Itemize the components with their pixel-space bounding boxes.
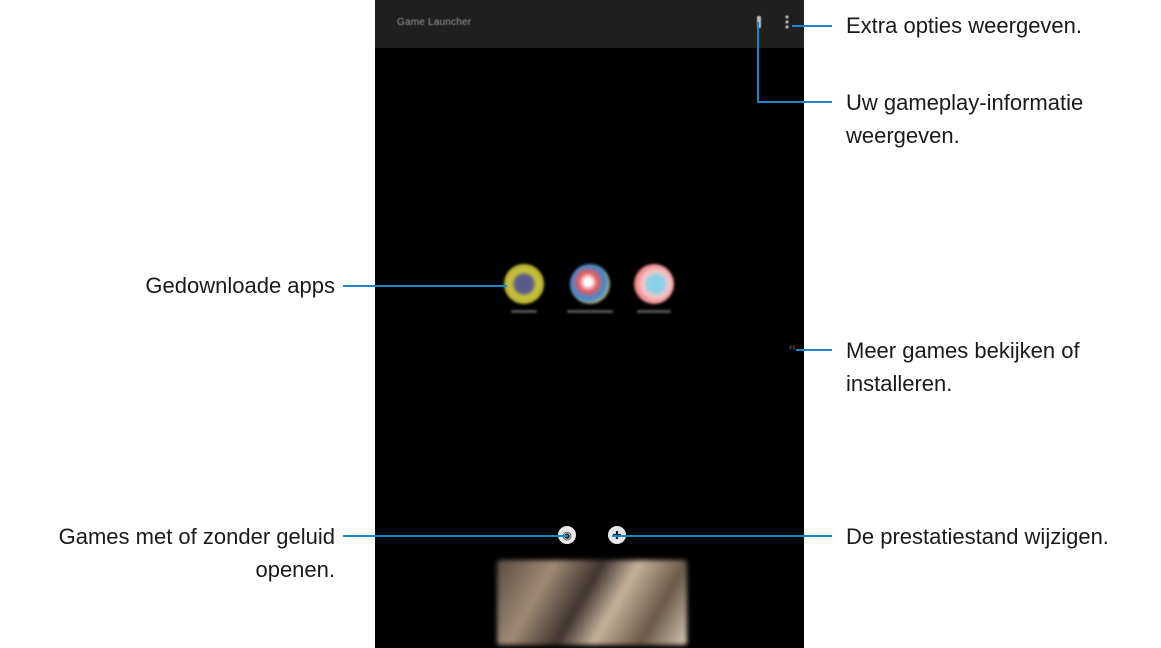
callout-line-sound bbox=[343, 535, 568, 537]
app-label-3 bbox=[637, 310, 671, 313]
game-banner[interactable] bbox=[497, 560, 687, 645]
more-options-icon[interactable] bbox=[779, 14, 795, 30]
app-label-1 bbox=[511, 310, 537, 313]
callout-line-performance bbox=[612, 535, 832, 537]
app-icon-3[interactable] bbox=[634, 264, 674, 304]
callout-extra-options: Extra opties weergeven. bbox=[846, 13, 1083, 38]
app-icon-2[interactable] bbox=[570, 264, 610, 304]
callout-gameplay-info: Uw gameplay-informatie weergeven. bbox=[846, 90, 1084, 148]
callout-line-gameplay-vertical bbox=[757, 22, 759, 103]
callout-more-games: Meer games bekijken of installeren. bbox=[846, 338, 1080, 396]
gameplay-info-icon[interactable] bbox=[751, 14, 767, 30]
app-title: Game Launcher bbox=[397, 17, 472, 28]
callout-line-gameplay-horizontal bbox=[757, 101, 832, 103]
callout-line-more-games bbox=[796, 349, 832, 351]
top-bar: Game Launcher bbox=[375, 0, 804, 48]
callout-line-downloaded-apps bbox=[343, 285, 507, 287]
phone-screen: Game Launcher ‹‹ ◉ ✚ bbox=[375, 0, 804, 648]
app-icon-1[interactable] bbox=[504, 264, 544, 304]
callout-performance: De prestatiestand wijzigen. bbox=[846, 524, 1109, 549]
callout-sound: Games met of zonder geluid openen. bbox=[58, 524, 335, 582]
callout-downloaded-apps: Gedownloade apps bbox=[145, 273, 335, 298]
app-label-2 bbox=[567, 310, 613, 313]
callout-line-extra-options bbox=[792, 25, 832, 27]
